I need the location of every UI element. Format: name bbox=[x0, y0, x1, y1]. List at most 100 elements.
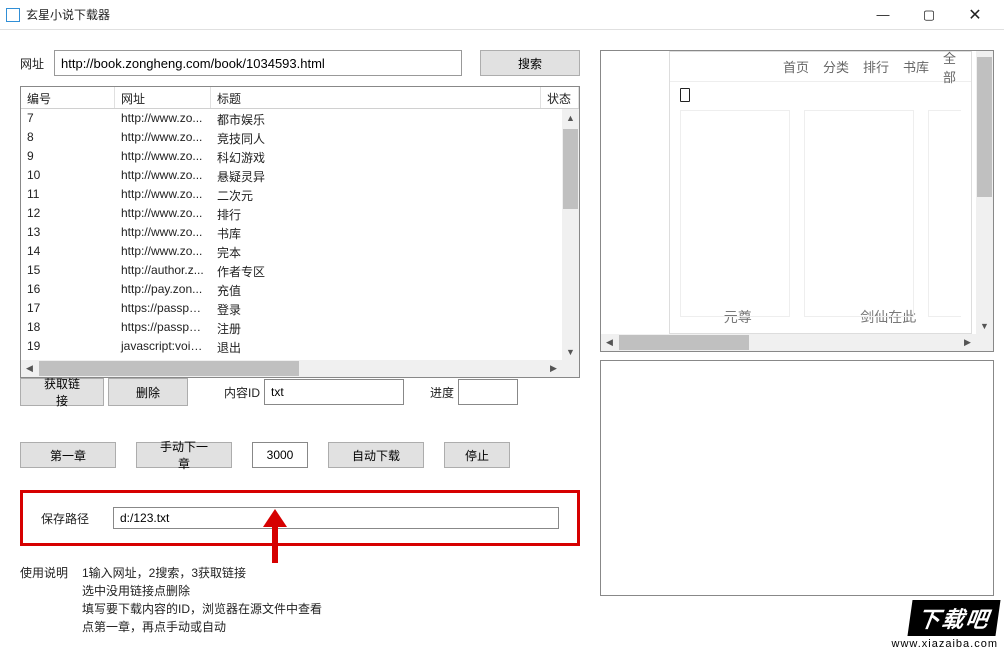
manual-next-button[interactable]: 手动下一章 bbox=[136, 442, 232, 468]
content-id-input[interactable] bbox=[264, 379, 404, 405]
th-title[interactable]: 标题 bbox=[211, 87, 541, 108]
cell-url: http://www.zo... bbox=[115, 242, 211, 261]
delete-button[interactable]: 删除 bbox=[108, 378, 188, 406]
scroll-up-icon[interactable]: ▲ bbox=[562, 109, 579, 126]
scroll-right-icon[interactable]: ▶ bbox=[545, 360, 562, 377]
preview-vscroll[interactable]: ▲ ▼ bbox=[976, 51, 993, 334]
cell-id: 10 bbox=[21, 166, 115, 185]
cell-title: 退出 bbox=[211, 337, 579, 356]
cell-id: 13 bbox=[21, 223, 115, 242]
table-row[interactable]: 7http://www.zo...都市娱乐 bbox=[21, 109, 579, 128]
url-input[interactable] bbox=[54, 50, 462, 76]
cell-url: http://pay.zon... bbox=[115, 280, 211, 299]
cell-title: 二次元 bbox=[211, 185, 579, 204]
scroll-thumb-h[interactable] bbox=[619, 335, 749, 350]
table-vscroll[interactable]: ▲ ▼ bbox=[562, 109, 579, 360]
preview-hscroll[interactable]: ◀ ▶ bbox=[601, 334, 976, 351]
web-nav-tabs: 首页 分类 排行 书库 全部 bbox=[670, 52, 971, 82]
cell-id: 8 bbox=[21, 128, 115, 147]
table-row[interactable]: 19javascript:void...退出 bbox=[21, 337, 579, 356]
scroll-corner bbox=[562, 360, 579, 377]
first-chapter-button[interactable]: 第一章 bbox=[20, 442, 116, 468]
scroll-corner bbox=[976, 334, 993, 351]
output-panel[interactable] bbox=[600, 360, 994, 596]
th-status[interactable]: 状态 bbox=[541, 87, 579, 108]
cell-title: 作者专区 bbox=[211, 261, 579, 280]
table-body[interactable]: 7http://www.zo...都市娱乐8http://www.zo...竞技… bbox=[21, 109, 579, 377]
table-row[interactable]: 16http://pay.zon...充值 bbox=[21, 280, 579, 299]
help-line: 点第一章，再点手动或自动 bbox=[82, 618, 322, 636]
book-card[interactable] bbox=[804, 110, 914, 317]
table-row[interactable]: 9http://www.zo...科幻游戏 bbox=[21, 147, 579, 166]
cell-url: http://author.z... bbox=[115, 261, 211, 280]
get-links-button[interactable]: 获取链接 bbox=[20, 378, 104, 406]
web-tab-rank[interactable]: 排行 bbox=[863, 57, 889, 76]
book-card[interactable] bbox=[928, 110, 961, 317]
cell-title: 排行 bbox=[211, 204, 579, 223]
progress-input[interactable] bbox=[458, 379, 518, 405]
search-button[interactable]: 搜索 bbox=[480, 50, 580, 76]
table-row[interactable]: 8http://www.zo...竞技同人 bbox=[21, 128, 579, 147]
table-row[interactable]: 10http://www.zo...悬疑灵异 bbox=[21, 166, 579, 185]
cell-url: https://passpo... bbox=[115, 318, 211, 337]
web-tab-more[interactable]: 全部 bbox=[943, 51, 961, 86]
cell-url: http://www.zo... bbox=[115, 223, 211, 242]
help-text: 1输入网址，2搜索，3获取链接选中没用链接点删除填写要下载内容的ID，浏览器在源… bbox=[82, 564, 322, 636]
table-row[interactable]: 17https://passpo...登录 bbox=[21, 299, 579, 318]
cell-url: http://www.zo... bbox=[115, 128, 211, 147]
scroll-down-icon[interactable]: ▼ bbox=[976, 317, 993, 334]
mobile-icon bbox=[680, 88, 690, 102]
th-url[interactable]: 网址 bbox=[115, 87, 211, 108]
table-hscroll[interactable]: ◀ ▶ bbox=[21, 360, 562, 377]
cell-title: 登录 bbox=[211, 299, 579, 318]
table-row[interactable]: 18https://passpo...注册 bbox=[21, 318, 579, 337]
web-content[interactable]: 首页 分类 排行 书库 全部 bbox=[669, 51, 972, 334]
url-label: 网址 bbox=[20, 55, 44, 72]
auto-download-button[interactable]: 自动下载 bbox=[328, 442, 424, 468]
table-row[interactable]: 14http://www.zo...完本 bbox=[21, 242, 579, 261]
cell-id: 12 bbox=[21, 204, 115, 223]
scroll-thumb-h[interactable] bbox=[39, 361, 299, 376]
stop-button[interactable]: 停止 bbox=[444, 442, 510, 468]
scroll-thumb[interactable] bbox=[977, 57, 992, 197]
results-table[interactable]: 编号 网址 标题 状态 7http://www.zo...都市娱乐8http:/… bbox=[20, 86, 580, 378]
cell-url: http://www.zo... bbox=[115, 166, 211, 185]
web-tab-library[interactable]: 书库 bbox=[903, 57, 929, 76]
web-tab-category[interactable]: 分类 bbox=[823, 57, 849, 76]
minimize-button[interactable]: — bbox=[860, 1, 906, 29]
cell-id: 19 bbox=[21, 337, 115, 356]
save-path-input[interactable] bbox=[113, 507, 559, 529]
cell-url: https://passpo... bbox=[115, 299, 211, 318]
cell-url: http://www.zo... bbox=[115, 185, 211, 204]
help-line: 1输入网址，2搜索，3获取链接 bbox=[82, 564, 322, 582]
close-button[interactable]: ✕ bbox=[952, 1, 998, 29]
scroll-down-icon[interactable]: ▼ bbox=[562, 343, 579, 360]
cell-id: 9 bbox=[21, 147, 115, 166]
table-row[interactable]: 12http://www.zo...排行 bbox=[21, 204, 579, 223]
scroll-right-icon[interactable]: ▶ bbox=[959, 334, 976, 351]
scroll-left-icon[interactable]: ◀ bbox=[601, 334, 618, 351]
table-row[interactable]: 15http://author.z...作者专区 bbox=[21, 261, 579, 280]
table-header: 编号 网址 标题 状态 bbox=[21, 87, 579, 109]
cell-id: 11 bbox=[21, 185, 115, 204]
cell-id: 17 bbox=[21, 299, 115, 318]
scroll-left-icon[interactable]: ◀ bbox=[21, 360, 38, 377]
cell-title: 书库 bbox=[211, 223, 579, 242]
browser-preview[interactable]: 首页 分类 排行 书库 全部 bbox=[600, 50, 994, 352]
help-line: 填写要下载内容的ID，浏览器在源文件中查看 bbox=[82, 600, 322, 618]
web-tab-home[interactable]: 首页 bbox=[783, 57, 809, 76]
app-icon bbox=[6, 8, 20, 22]
cell-title: 科幻游戏 bbox=[211, 147, 579, 166]
cell-url: javascript:void... bbox=[115, 337, 211, 356]
th-id[interactable]: 编号 bbox=[21, 87, 115, 108]
cell-url: http://www.zo... bbox=[115, 147, 211, 166]
interval-input[interactable] bbox=[252, 442, 308, 468]
cell-title: 完本 bbox=[211, 242, 579, 261]
save-path-highlight: 保存路径 bbox=[20, 490, 580, 546]
table-row[interactable]: 11http://www.zo...二次元 bbox=[21, 185, 579, 204]
maximize-button[interactable]: ▢ bbox=[906, 1, 952, 29]
table-row[interactable]: 13http://www.zo...书库 bbox=[21, 223, 579, 242]
scroll-thumb[interactable] bbox=[563, 129, 578, 209]
book-card[interactable] bbox=[680, 110, 790, 317]
cell-title: 都市娱乐 bbox=[211, 109, 579, 128]
